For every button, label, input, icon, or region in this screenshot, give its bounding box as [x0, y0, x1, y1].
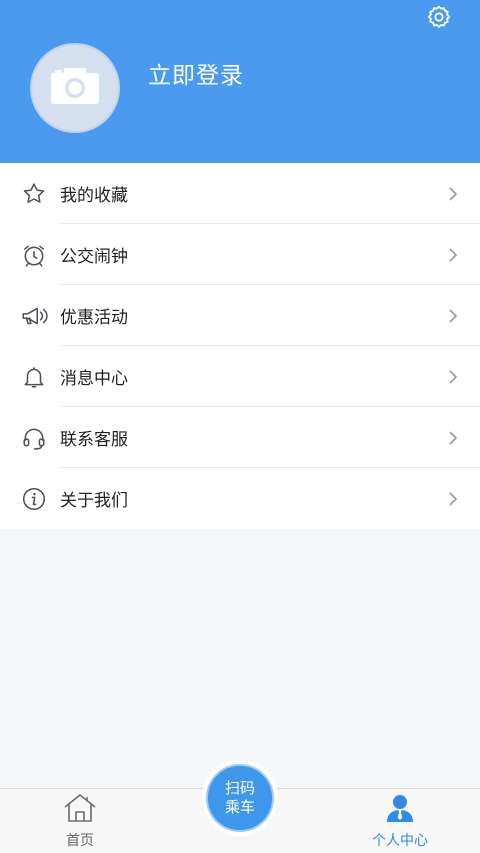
menu-item-favorites[interactable]: 我的收藏: [0, 163, 480, 224]
menu-item-label: 优惠活动: [60, 308, 128, 328]
scan-label-line1: 扫码: [224, 779, 255, 797]
chevron-right-icon: [446, 430, 460, 445]
menu-item-label: 公交闹钟: [60, 247, 128, 267]
chevron-right-icon: [446, 186, 460, 201]
menu-list: 我的收藏 公交闹钟 优惠活动 消息中心 联系客服 关于我们: [0, 163, 480, 529]
settings-button[interactable]: [424, 4, 454, 34]
alarm-clock-icon: [20, 241, 48, 269]
profile-page: 立即登录 我的收藏 公交闹钟 优惠活动 消息中心 联系客服 关于我们 首页 个人…: [0, 0, 480, 853]
login-link[interactable]: 立即登录: [148, 56, 244, 90]
nav-profile-label: 个人中心: [372, 833, 428, 849]
chevron-right-icon: [446, 491, 460, 506]
megaphone-icon: [20, 302, 48, 330]
chevron-right-icon: [446, 308, 460, 323]
headset-icon: [20, 424, 48, 452]
nav-profile[interactable]: 个人中心: [345, 793, 455, 851]
scan-to-ride-button[interactable]: 扫码 乘车: [202, 760, 278, 836]
chevron-right-icon: [446, 247, 460, 262]
menu-item-bus-alarm[interactable]: 公交闹钟: [0, 224, 480, 285]
menu-item-label: 关于我们: [60, 491, 128, 511]
menu-item-label: 消息中心: [60, 369, 128, 389]
scan-label-line2: 乘车: [224, 798, 255, 816]
profile-header: 立即登录: [0, 0, 480, 163]
bell-icon: [20, 363, 48, 391]
gear-icon: [426, 4, 452, 34]
menu-item-messages[interactable]: 消息中心: [0, 346, 480, 407]
camera-icon: [49, 66, 101, 110]
menu-item-label: 我的收藏: [60, 186, 128, 206]
info-icon: [20, 485, 48, 513]
home-icon: [62, 793, 98, 827]
nav-home-label: 首页: [66, 833, 94, 849]
chevron-right-icon: [446, 369, 460, 384]
nav-home[interactable]: 首页: [25, 793, 135, 851]
menu-item-about-us[interactable]: 关于我们: [0, 468, 480, 529]
menu-item-promotions[interactable]: 优惠活动: [0, 285, 480, 346]
avatar[interactable]: [30, 43, 120, 133]
user-icon: [385, 793, 415, 827]
menu-item-label: 联系客服: [60, 430, 128, 450]
scan-button-inner: 扫码 乘车: [206, 764, 274, 832]
menu-item-customer-service[interactable]: 联系客服: [0, 407, 480, 468]
star-icon: [20, 180, 48, 208]
